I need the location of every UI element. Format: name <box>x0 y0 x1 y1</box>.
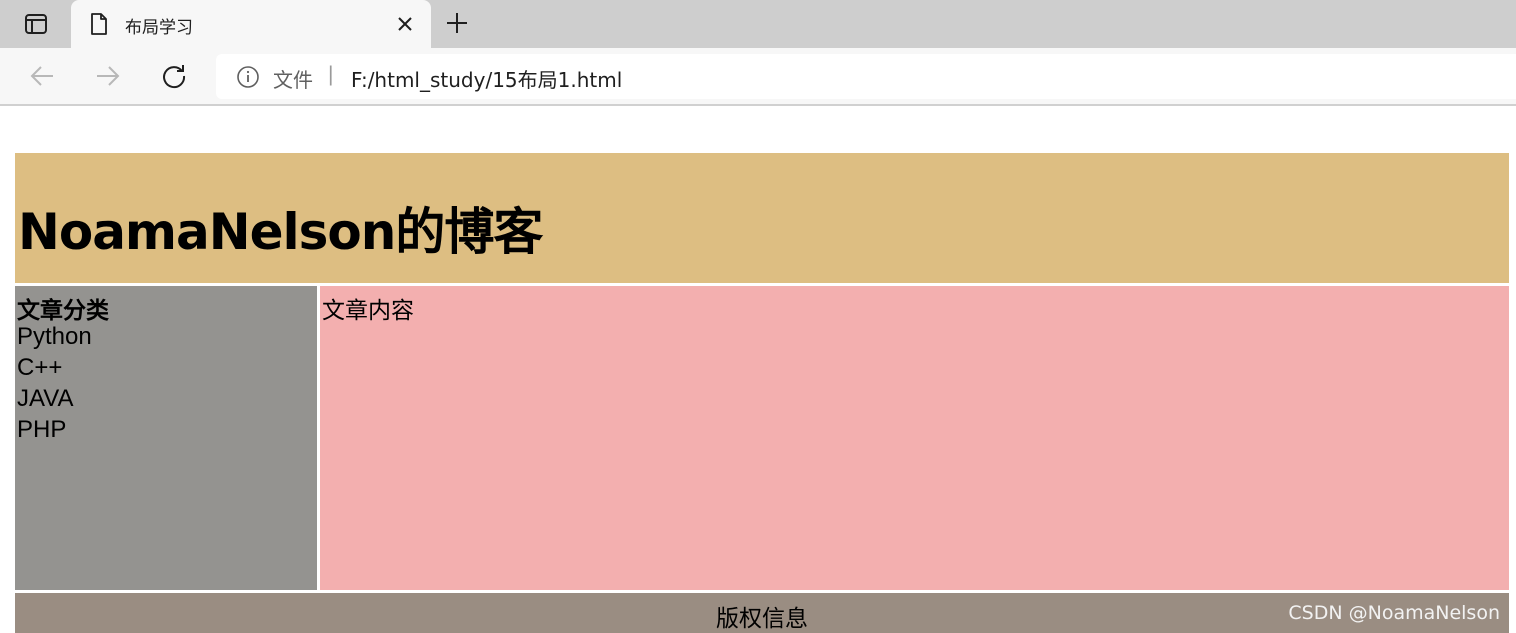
url-text[interactable]: F:/html_study/15布局1.html <box>351 64 622 93</box>
tab-strip: 布局学习 <box>0 0 1516 48</box>
menu-title: 文章分类 <box>17 298 109 324</box>
footer-text: 版权信息 <box>716 606 808 632</box>
article-content: 文章内容 <box>320 286 1509 590</box>
category-menu: 文章分类 Python C++ JAVA PHP <box>15 286 317 590</box>
back-button[interactable] <box>22 58 62 94</box>
menu-item-cpp: C++ <box>17 354 63 381</box>
reload-button[interactable] <box>154 58 194 94</box>
close-icon <box>398 17 412 31</box>
menu-item-java: JAVA <box>17 385 74 412</box>
menu-item-php: PHP <box>17 416 67 443</box>
watermark: CSDN @NoamaNelson <box>1288 602 1500 624</box>
menu-item-python: Python <box>17 323 92 350</box>
page-viewport: NoamaNelson的博客 文章分类 Python C++ JAVA PHP … <box>0 108 1516 633</box>
address-bar[interactable]: 文件 | F:/html_study/15布局1.html <box>216 54 1516 99</box>
reload-icon <box>163 65 186 89</box>
blog-header: NoamaNelson的博客 <box>15 153 1509 283</box>
tab-title: 布局学习 <box>125 18 193 38</box>
tab-close-button[interactable] <box>393 12 417 36</box>
blog-title: NoamaNelson的博客 <box>18 203 543 261</box>
plus-icon <box>447 13 467 33</box>
content-text: 文章内容 <box>322 298 414 324</box>
address-separator: | <box>328 63 334 86</box>
back-arrow-icon <box>30 66 53 86</box>
info-icon[interactable] <box>236 65 260 89</box>
new-tab-button[interactable] <box>442 8 472 38</box>
tab-active[interactable]: 布局学习 <box>71 0 431 48</box>
menu-items: Python C++ JAVA PHP <box>17 321 92 445</box>
scheme-label: 文件 <box>273 68 313 92</box>
browser-toolbar: 文件 | F:/html_study/15布局1.html <box>0 48 1516 106</box>
copyright-footer: 版权信息 <box>15 593 1509 633</box>
tab-actions-icon <box>25 14 47 34</box>
tab-actions-button[interactable] <box>8 7 64 41</box>
forward-button[interactable] <box>88 58 128 94</box>
forward-arrow-icon <box>97 66 120 86</box>
page-icon <box>91 13 107 35</box>
